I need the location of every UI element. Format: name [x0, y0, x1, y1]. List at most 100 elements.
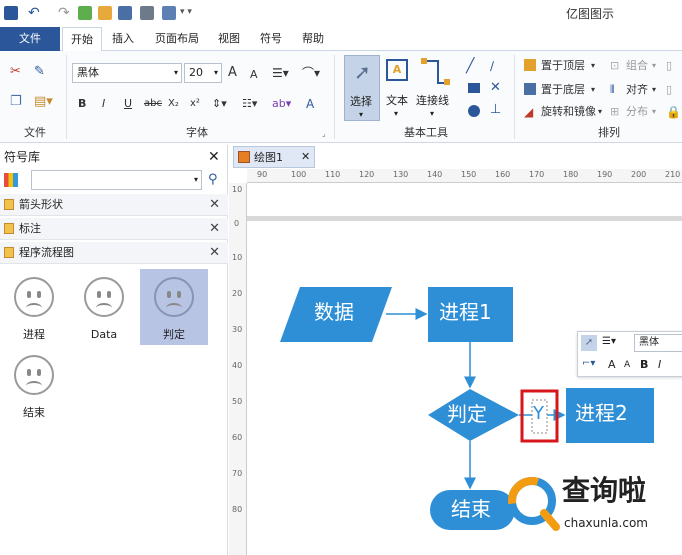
rotate-icon[interactable]: ◢ — [524, 105, 533, 119]
shrink-font-icon[interactable]: A — [624, 360, 630, 370]
bring-to-front-icon[interactable] — [524, 59, 536, 71]
group-icon[interactable]: ⊡ — [610, 59, 619, 73]
title-bar: ↶ ↷ ▾ ▾ 亿图图示 — [0, 0, 682, 27]
grow-font-button[interactable]: A — [228, 66, 237, 80]
pointer-icon[interactable]: ➚ — [581, 335, 597, 351]
text-tool-icon: A — [386, 59, 408, 81]
connector-tool-button[interactable]: 连接线 ▾ — [414, 55, 454, 121]
section-label: 程序流程图 — [19, 246, 74, 259]
font-color-button[interactable]: A — [306, 97, 314, 111]
subscript-button[interactable]: X₂ — [168, 97, 179, 111]
rotate-mirror-button[interactable]: 旋转和镜像 — [541, 105, 596, 119]
placeholder-face-icon — [154, 277, 194, 317]
align-objects-icon[interactable]: ⫴ — [610, 83, 615, 97]
ribbon-divider — [514, 55, 515, 139]
mini-bold-button[interactable]: B — [640, 358, 648, 371]
drawing-canvas-area[interactable]: 绘图1 ✕ 90 100 110 120 130 140 150 160 170… — [229, 145, 682, 555]
watermark-url: chaxunla.com — [564, 516, 648, 530]
align-icon[interactable]: ☰▾ — [272, 66, 289, 80]
menu-symbol[interactable]: 符号 — [254, 27, 288, 51]
library-search-input[interactable]: ▾ — [31, 170, 202, 190]
text-tool-button[interactable]: A 文本 ▾ — [382, 55, 414, 121]
send-to-back-icon[interactable] — [524, 83, 536, 95]
close-icon[interactable]: ✕ — [209, 221, 220, 236]
same-size-icon[interactable]: ▯ — [666, 83, 672, 97]
print-icon[interactable] — [140, 6, 154, 20]
lock-icon[interactable]: 🔒 — [666, 105, 681, 119]
bullets-icon[interactable]: ☷▾ — [242, 97, 257, 111]
menu-insert[interactable]: 插入 — [106, 27, 140, 51]
menu-help[interactable]: 帮助 — [296, 27, 330, 51]
shape-end[interactable]: 结束 — [2, 351, 66, 427]
group-button[interactable]: 组合 — [626, 59, 648, 73]
format-painter-icon[interactable]: ✎ — [34, 65, 45, 79]
crosshair-icon[interactable]: ✕ — [490, 81, 501, 95]
shape-decision[interactable]: 判定 — [140, 269, 208, 345]
connector-style-icon[interactable]: ⌐▾ — [582, 358, 595, 369]
mini-font-select[interactable]: 黑体 — [634, 334, 682, 352]
size-icon[interactable]: ▯ — [666, 59, 672, 73]
library-icon[interactable] — [4, 173, 18, 187]
font-dialog-launcher-icon[interactable]: ⌟ — [322, 127, 326, 141]
search-icon[interactable]: ⚲ — [208, 172, 218, 187]
connection-point-icon[interactable]: ∕ — [490, 59, 494, 73]
save-icon[interactable] — [118, 6, 132, 20]
menu-page-layout[interactable]: 页面布局 — [148, 27, 206, 51]
highlight-icon[interactable]: ab▾ — [272, 97, 291, 111]
copy-icon[interactable]: ❐ — [10, 95, 22, 109]
ellipse-icon[interactable] — [468, 105, 480, 117]
shape-label: 判定 — [163, 328, 185, 341]
library-section-flowchart[interactable]: 程序流程图 ✕ — [0, 242, 228, 264]
y-branch-label[interactable]: Y — [533, 405, 544, 423]
select-tool-button[interactable]: ➚ 选择 ▾ — [344, 55, 380, 121]
text-box-icon[interactable]: ⊥ — [490, 103, 501, 117]
shrink-font-button[interactable]: A — [250, 68, 258, 82]
font-name-select[interactable]: 黑体 ▾ — [72, 63, 182, 83]
chevron-down-icon: ▾ — [652, 61, 657, 70]
italic-icon[interactable]: I — [658, 358, 661, 371]
chevron-down-icon: ▾ — [591, 85, 596, 94]
bold-button[interactable]: B — [78, 97, 86, 111]
shape-process[interactable]: 进程 — [2, 273, 66, 349]
group-label-font: 字体 — [186, 126, 208, 139]
shape-label: 进程 — [23, 328, 45, 341]
undo-icon[interactable]: ↶ — [28, 6, 42, 20]
superscript-button[interactable]: x² — [190, 97, 200, 111]
underline-button[interactable]: U — [124, 97, 132, 111]
italic-button[interactable]: I — [102, 97, 105, 111]
flow-end-label: 结束 — [451, 497, 491, 521]
connector-tool-label: 连接线 — [416, 94, 449, 107]
paste-icon[interactable]: ▤▾ — [34, 95, 53, 109]
line-style-icon[interactable]: ⌒▾ — [302, 66, 320, 80]
align-icon[interactable]: ☰▾ — [602, 336, 616, 347]
menu-home[interactable]: 开始 — [62, 27, 102, 52]
line-icon[interactable]: ╱ — [466, 59, 474, 73]
cut-icon[interactable]: ✂ — [10, 65, 21, 79]
library-section-callouts[interactable]: 标注 ✕ — [0, 218, 228, 240]
export-icon[interactable] — [162, 6, 176, 20]
align-button[interactable]: 对齐 — [626, 83, 648, 97]
chevron-down-icon: ▾ — [359, 110, 364, 119]
quick-access-dropdown-icon[interactable]: ▾ ▾ — [180, 8, 192, 17]
menu-file[interactable]: 文件 — [0, 27, 60, 51]
close-icon[interactable]: ✕ — [208, 149, 220, 165]
library-section-arrows[interactable]: 箭头形状 ✕ — [0, 194, 228, 216]
shape-data[interactable]: Data — [72, 273, 136, 349]
font-size-select[interactable]: 20 ▾ — [184, 63, 222, 83]
grow-font-icon[interactable]: A — [608, 358, 616, 371]
rectangle-icon[interactable] — [468, 83, 480, 93]
menu-view[interactable]: 视图 — [212, 27, 246, 51]
line-spacing-icon[interactable]: ⇕▾ — [212, 97, 227, 111]
mini-format-toolbar: ➚ ☰▾ 黑体 ⌐▾ A A B I — [577, 331, 682, 377]
close-icon[interactable]: ✕ — [209, 245, 220, 260]
redo-icon[interactable]: ↷ — [58, 6, 72, 20]
close-icon[interactable]: ✕ — [209, 197, 220, 212]
new-icon[interactable] — [78, 6, 92, 20]
bring-to-front-button[interactable]: 置于顶层 — [541, 59, 585, 73]
send-to-back-button[interactable]: 置于底层 — [541, 83, 585, 97]
chevron-down-icon: ▾ — [394, 109, 399, 118]
open-icon[interactable] — [98, 6, 112, 20]
distribute-icon[interactable]: ⊞ — [610, 105, 619, 119]
strikethrough-button[interactable]: abc — [144, 97, 162, 111]
distribute-button[interactable]: 分布 — [626, 105, 648, 119]
